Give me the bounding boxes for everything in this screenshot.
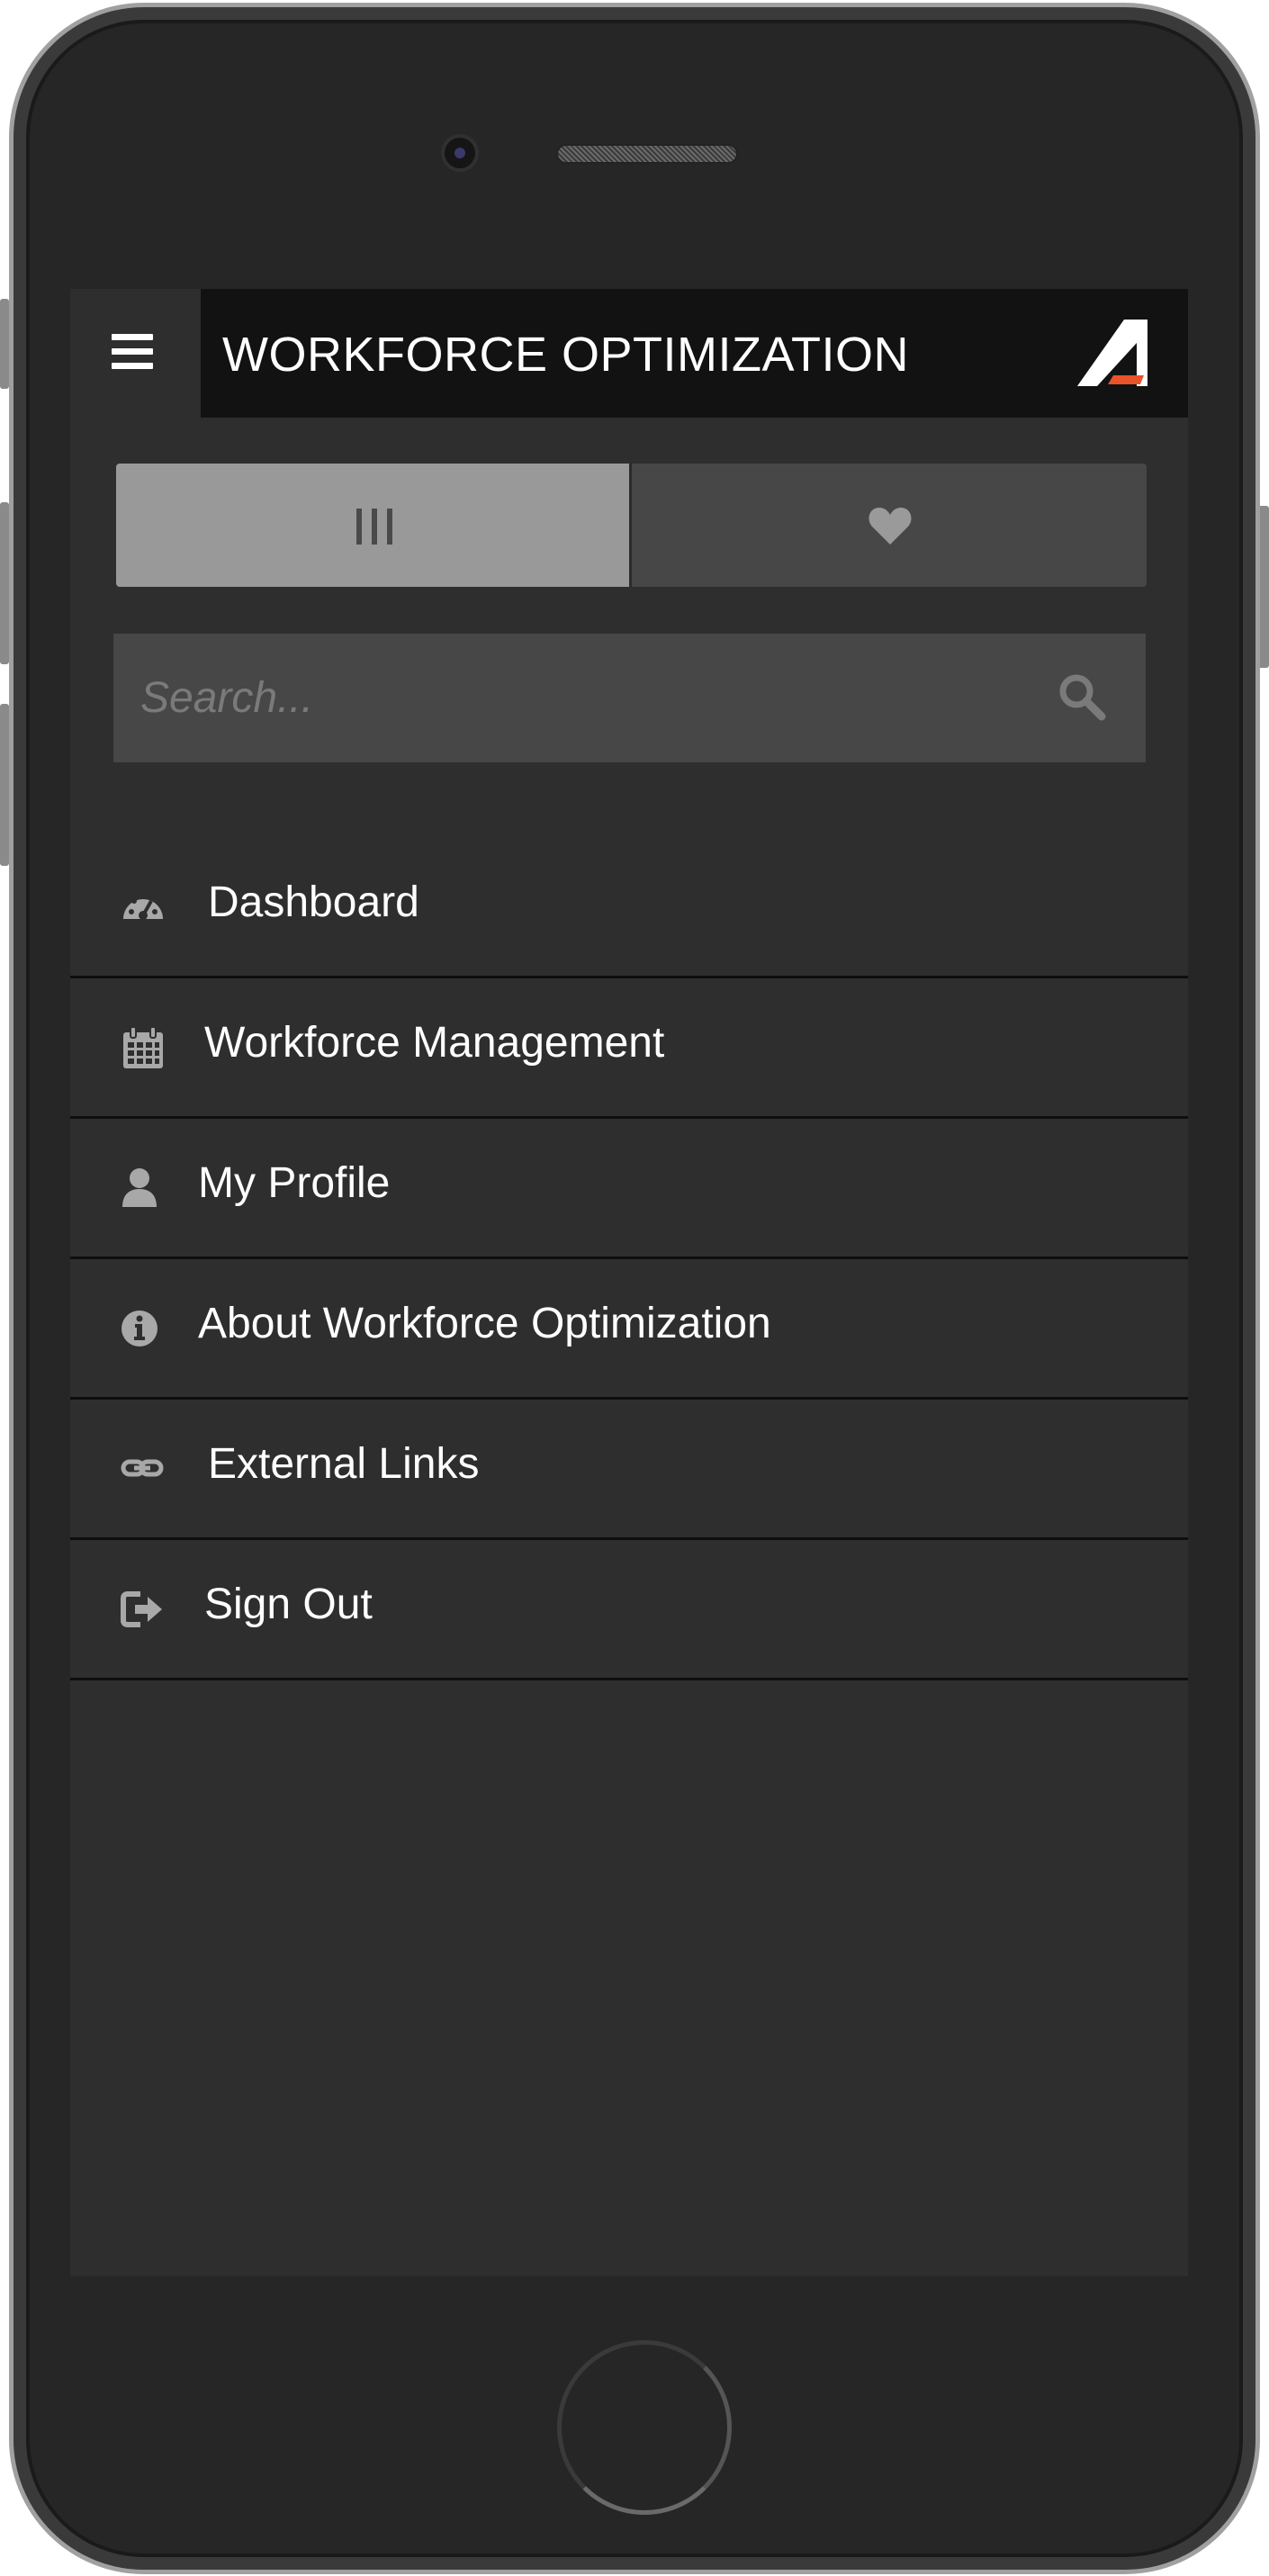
nav-menu: Dashboard Workforce Management My Profil… xyxy=(70,838,1188,1680)
menu-label-workforce-management: Workforce Management xyxy=(204,1019,665,1067)
home-button[interactable] xyxy=(557,2340,732,2515)
menu-item-external-links[interactable]: External Links xyxy=(70,1400,1188,1540)
toggle-columns-button[interactable] xyxy=(116,464,629,587)
hamburger-icon[interactable] xyxy=(112,334,153,370)
dashboard-icon xyxy=(123,893,163,920)
menu-item-about[interactable]: About Workforce Optimization xyxy=(70,1259,1188,1400)
menu-label-my-profile: My Profile xyxy=(198,1159,391,1207)
front-camera xyxy=(445,138,475,168)
brand-logo xyxy=(1077,320,1148,386)
user-icon xyxy=(122,1168,157,1207)
heart-icon xyxy=(868,508,912,545)
calendar-icon xyxy=(123,1026,163,1068)
top-bar: WORKFORCE OPTIMIZATION xyxy=(70,289,1188,418)
menu-item-sign-out[interactable]: Sign Out xyxy=(70,1540,1188,1680)
menu-item-my-profile[interactable]: My Profile xyxy=(70,1119,1188,1259)
menu-item-dashboard[interactable]: Dashboard xyxy=(70,838,1188,978)
volume-up-button xyxy=(0,502,9,664)
mute-switch xyxy=(0,299,9,389)
menu-label-dashboard: Dashboard xyxy=(208,878,419,926)
menu-label-about: About Workforce Optimization xyxy=(198,1300,771,1347)
search-box xyxy=(113,634,1146,762)
search-input[interactable] xyxy=(113,634,1013,762)
toggle-favorites-button[interactable] xyxy=(630,464,1147,587)
menu-item-workforce-management[interactable]: Workforce Management xyxy=(70,978,1188,1119)
app-screen: WORKFORCE OPTIMIZATION Search... Dashboa… xyxy=(70,289,1188,2276)
volume-down-button xyxy=(0,704,9,866)
app-title: WORKFORCE OPTIMIZATION xyxy=(222,328,909,382)
search-icon[interactable] xyxy=(1057,671,1107,722)
view-toggle xyxy=(116,464,1147,587)
title-bar: WORKFORCE OPTIMIZATION xyxy=(201,289,1188,418)
menu-label-sign-out: Sign Out xyxy=(204,1581,373,1628)
sign-out-icon xyxy=(121,1591,162,1627)
earpiece-speaker xyxy=(556,144,738,164)
menu-label-external-links: External Links xyxy=(208,1440,480,1488)
link-icon xyxy=(121,1459,164,1477)
info-icon xyxy=(122,1311,158,1347)
columns-icon xyxy=(356,509,392,545)
